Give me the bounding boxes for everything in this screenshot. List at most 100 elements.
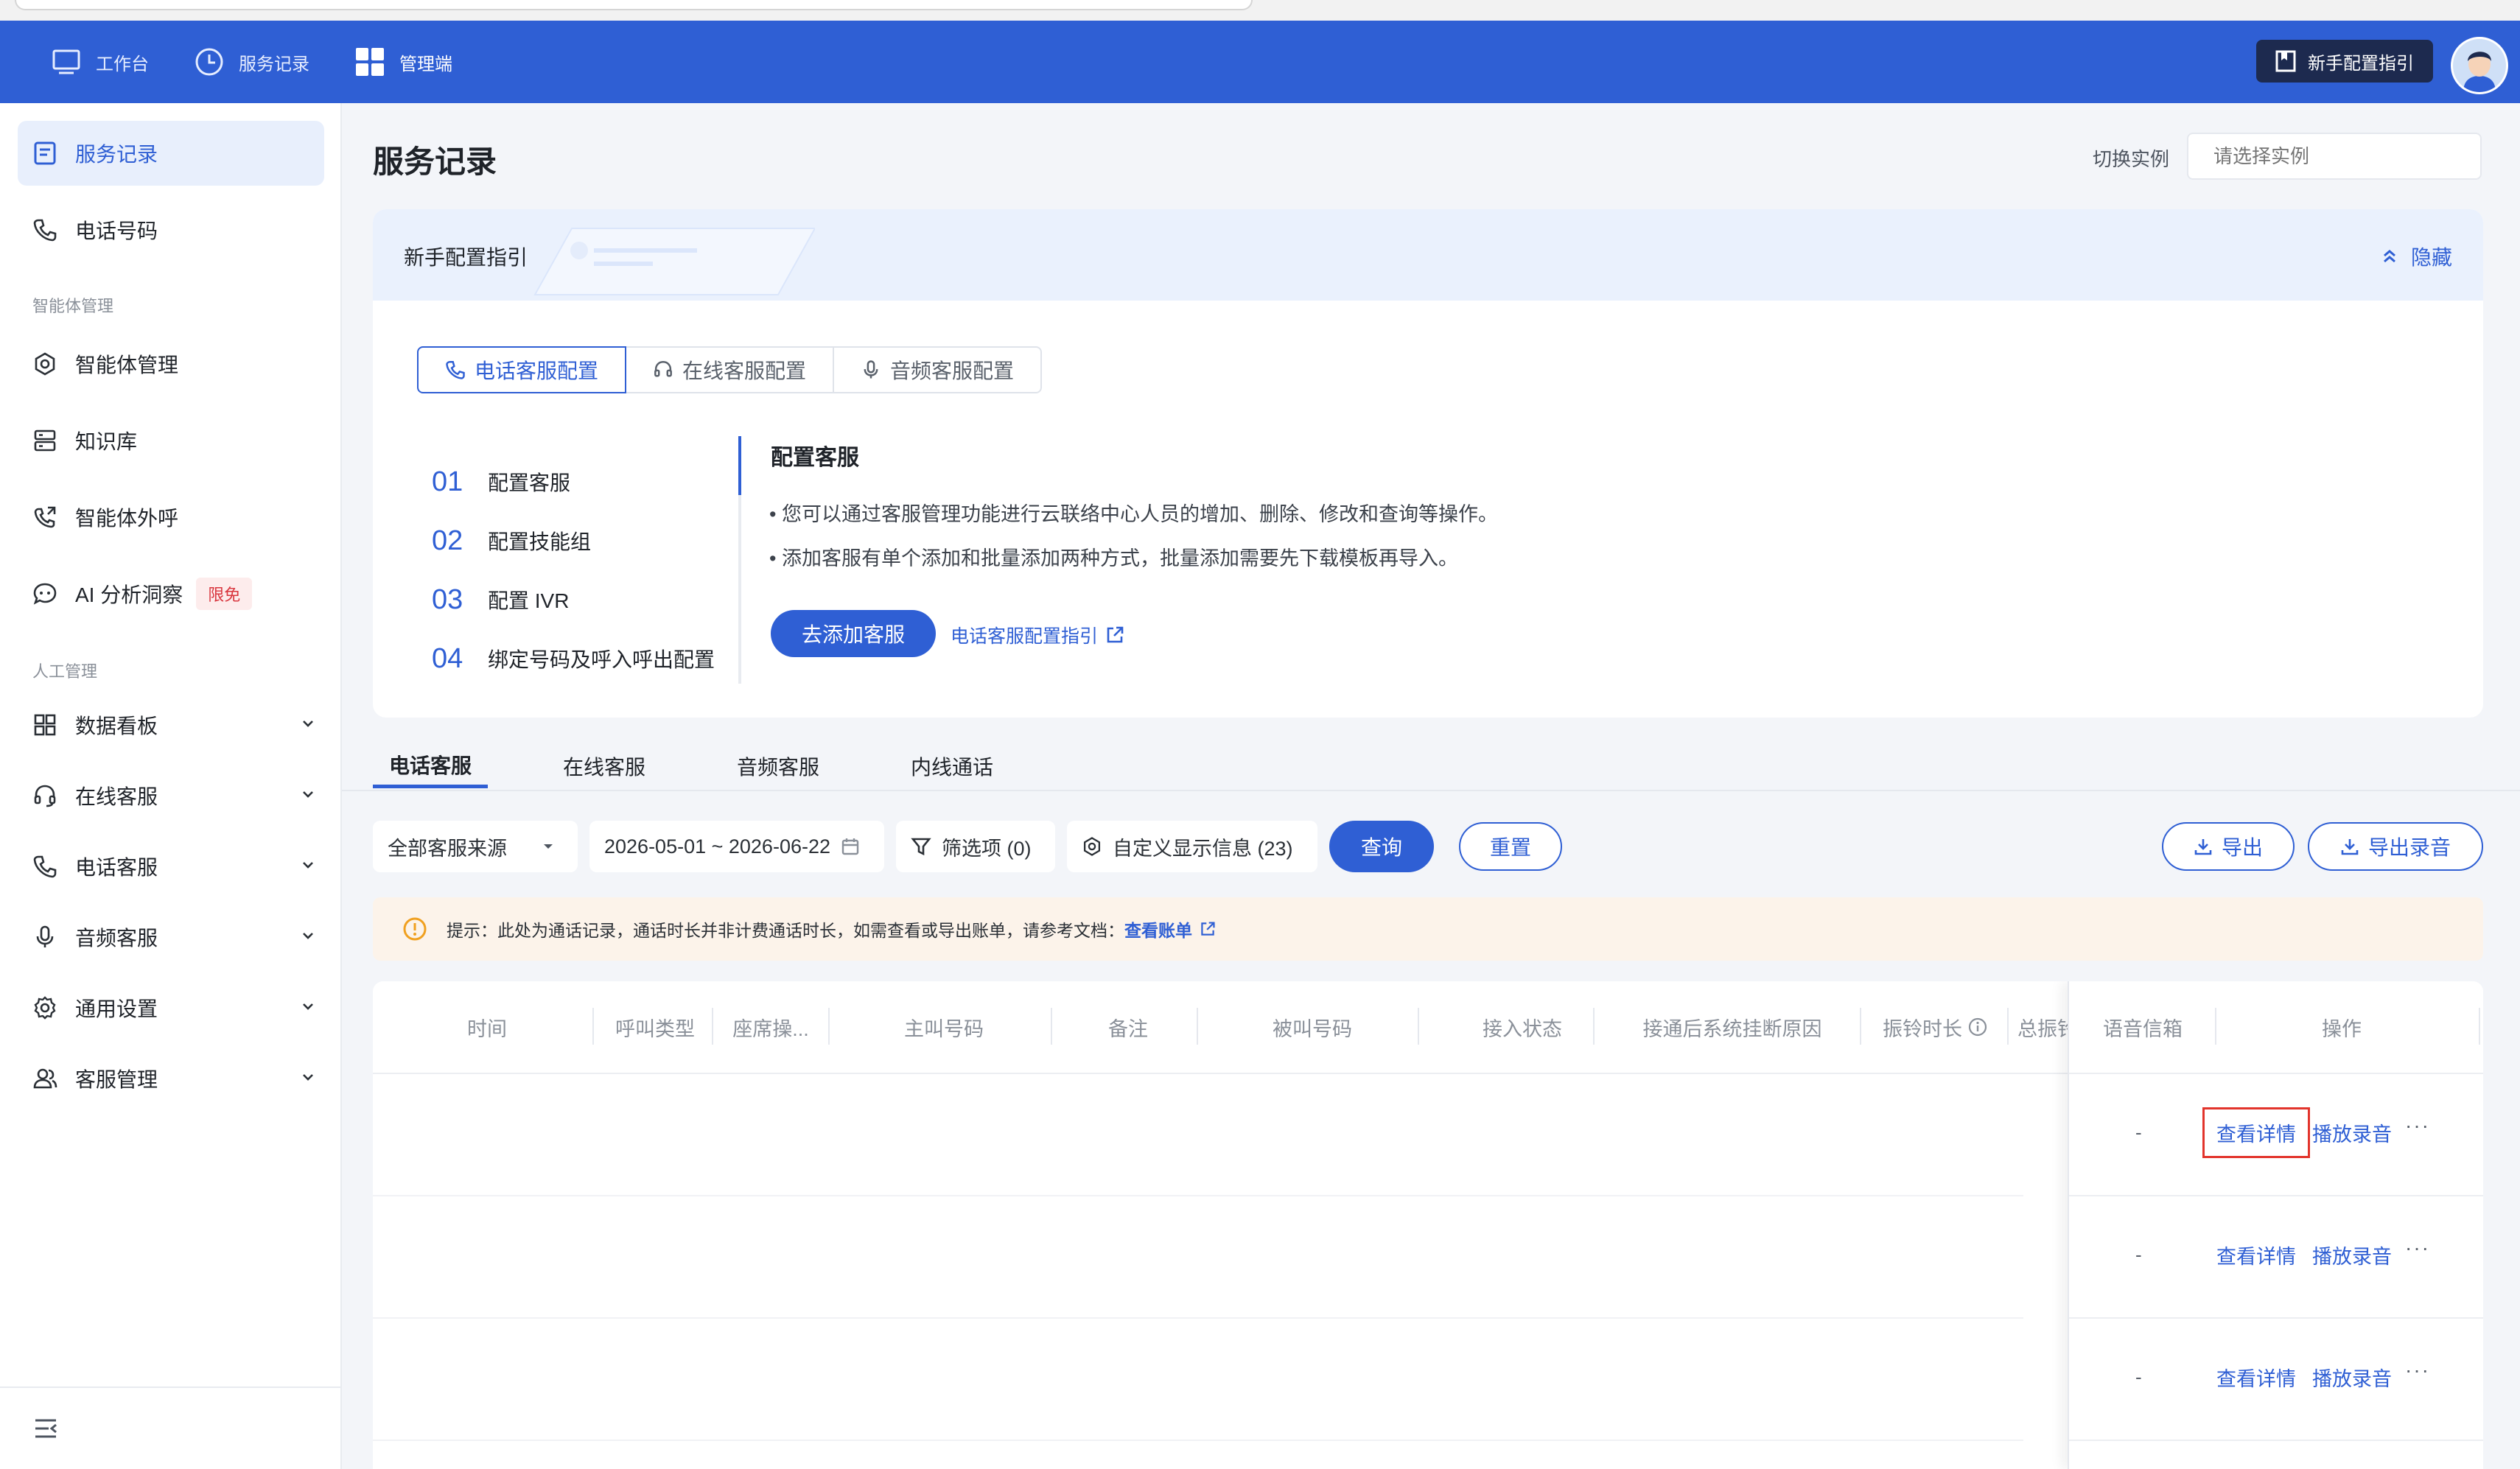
nav-admin[interactable]: 管理端 — [355, 21, 452, 103]
guide-segment-control: 电话客服配置 在线客服配置 音频客服配置 — [417, 346, 1043, 393]
database-icon — [34, 430, 56, 452]
date-range-picker[interactable]: 2026-05-01 ~ 2026-06-22 — [589, 821, 884, 872]
sidebar-item-agent-outbound[interactable]: 智能体外呼 — [18, 485, 324, 550]
hide-guide-button[interactable]: 隐藏 — [2380, 242, 2452, 271]
sidebar-item-phone-numbers[interactable]: 电话号码 — [18, 197, 324, 262]
row-divider — [373, 1317, 2023, 1319]
segment-phone-config[interactable]: 电话客服配置 — [417, 346, 627, 393]
guide-title: 新手配置指引 — [404, 246, 528, 269]
sidebar-item-knowledge-base[interactable]: 知识库 — [18, 408, 324, 473]
decoration-illustration — [533, 228, 815, 295]
more-actions-button[interactable]: ··· — [2405, 1358, 2430, 1382]
nav-service-records-label: 服务记录 — [239, 54, 309, 74]
phone-icon — [446, 361, 465, 379]
nav-admin-label: 管理端 — [399, 54, 452, 74]
column-separator — [1418, 1008, 1419, 1045]
column-separator — [592, 1008, 594, 1045]
view-details-link[interactable]: 查看详情 — [2202, 1107, 2310, 1158]
browser-strip — [0, 0, 2520, 21]
play-recording-link[interactable]: 播放录音 — [2312, 1241, 2392, 1269]
step-item[interactable]: 04 绑定号码及呼入呼出配置 — [432, 629, 715, 688]
sidebar-item-agent-management[interactable]: 智能体管理 — [18, 332, 324, 396]
collapse-sidebar-icon[interactable] — [34, 1417, 59, 1440]
export-button[interactable]: 导出 — [2162, 822, 2295, 871]
view-bill-link[interactable]: 查看账单 — [1124, 921, 1192, 940]
switch-instance-label: 切换实例 — [2093, 148, 2170, 170]
custom-display-button[interactable]: 自定义显示信息 (23) — [1067, 821, 1317, 872]
fixed-action-columns: 语音信箱 操作 - 查看详情 播放录音 ··· - 查看详情 播放录音 ··· … — [2068, 981, 2483, 1469]
step-item[interactable]: 01 配置客服 — [432, 452, 715, 511]
filter-options-button[interactable]: 筛选项 (0) — [896, 821, 1055, 872]
custom-display-label: 自定义显示信息 (23) — [1113, 837, 1293, 860]
sidebar-item-general-settings[interactable]: 通用设置 — [18, 975, 324, 1040]
record-tabs: 电话客服 在线客服 音频客服 内线通话 — [373, 744, 1009, 791]
play-recording-link[interactable]: 播放录音 — [2312, 1118, 2392, 1147]
nav-workbench-label: 工作台 — [96, 54, 149, 74]
phone-config-guide-link[interactable]: 电话客服配置指引 — [951, 622, 1124, 648]
user-avatar-icon — [2453, 39, 2506, 92]
source-select[interactable]: 全部客服来源 — [373, 821, 578, 872]
sidebar-item-label: 电话号码 — [75, 220, 158, 242]
segment-online-config[interactable]: 在线客服配置 — [625, 346, 835, 393]
step-detail-title: 配置客服 — [771, 446, 859, 470]
avatar[interactable] — [2451, 37, 2508, 94]
chevron-down-icon — [303, 1003, 313, 1010]
step-item[interactable]: 03 配置 IVR — [432, 570, 715, 629]
beginner-guide-button[interactable]: 新手配置指引 — [2256, 40, 2433, 83]
step-label: 配置 IVR — [488, 589, 570, 612]
info-icon[interactable] — [1968, 1017, 1987, 1037]
view-details-link[interactable]: 查看详情 — [2216, 1363, 2296, 1392]
segment-audio-config[interactable]: 音频客服配置 — [833, 346, 1043, 393]
external-link-icon — [1107, 626, 1124, 643]
nav-workbench[interactable]: 工作台 — [52, 21, 149, 103]
tab-online-service[interactable]: 在线客服 — [547, 744, 662, 788]
reset-button[interactable]: 重置 — [1459, 822, 1562, 871]
date-range-value: 2026-05-01 ~ 2026-06-22 — [604, 835, 830, 858]
view-details-link[interactable]: 查看详情 — [2216, 1241, 2296, 1269]
sidebar-item-label: 服务记录 — [75, 143, 158, 166]
chevron-double-up-icon — [2384, 250, 2395, 263]
gear-icon — [34, 996, 56, 1020]
instance-select[interactable] — [2187, 133, 2482, 180]
hexagon-icon — [35, 352, 55, 376]
nav-service-records[interactable]: 服务记录 — [195, 21, 309, 103]
step-label: 配置技能组 — [488, 530, 592, 553]
sidebar-item-label: 智能体管理 — [75, 354, 179, 376]
column-header: 接入状态 — [1483, 1017, 1562, 1040]
chevron-down-icon — [303, 1074, 313, 1081]
active-step-indicator — [738, 436, 741, 495]
sidebar-item-label: 电话客服 — [75, 856, 158, 879]
sidebar-footer — [0, 1386, 340, 1469]
step-label: 配置客服 — [488, 471, 571, 494]
export-audio-label: 导出录音 — [2367, 836, 2451, 859]
sidebar-item-agent-staff[interactable]: 客服管理 — [18, 1046, 324, 1111]
play-recording-link[interactable]: 播放录音 — [2312, 1363, 2392, 1392]
address-bar[interactable] — [15, 0, 1253, 10]
tab-phone-service[interactable]: 电话客服 — [373, 744, 489, 788]
segment-label: 电话客服配置 — [475, 360, 599, 382]
section-manual-management: 人工管理 — [32, 662, 98, 681]
tabs-divider — [342, 790, 2520, 791]
sidebar-item-service-records[interactable]: 服务记录 — [18, 121, 324, 186]
phone-out-icon — [34, 506, 56, 528]
step-detail-line: • 添加客服有单个添加和批量添加两种方式，批量添加需要先下载模板再导入。 — [769, 547, 1458, 569]
query-button[interactable]: 查询 — [1329, 821, 1434, 872]
phone-icon — [33, 855, 57, 878]
more-actions-button[interactable]: ··· — [2405, 1236, 2430, 1260]
tab-internal-call[interactable]: 内线通话 — [895, 744, 1009, 788]
sidebar-item-audio-service[interactable]: 音频客服 — [18, 905, 324, 970]
step-item[interactable]: 02 配置技能组 — [432, 511, 715, 570]
sidebar-item-ai-insight[interactable]: AI 分析洞察 限免 — [18, 561, 324, 626]
step-detail-line: • 您可以通过客服管理功能进行云联络中心人员的增加、删除、修改和查询等操作。 — [769, 503, 1498, 525]
column-header: 语音信箱 — [2103, 1017, 2183, 1040]
guide-link-label: 电话客服配置指引 — [951, 626, 1099, 647]
sidebar-item-online-service[interactable]: 在线客服 — [18, 763, 324, 828]
sidebar-item-phone-service[interactable]: 电话客服 — [18, 834, 324, 899]
export-audio-button[interactable]: 导出录音 — [2308, 822, 2483, 871]
add-agent-button[interactable]: 去添加客服 — [771, 610, 937, 657]
sidebar-item-dashboard[interactable]: 数据看板 — [18, 693, 324, 757]
segment-label: 音频客服配置 — [890, 360, 1015, 382]
guide-header: 新手配置指引 隐藏 — [373, 209, 2483, 301]
more-actions-button[interactable]: ··· — [2405, 1114, 2430, 1137]
tab-audio-service[interactable]: 音频客服 — [721, 744, 836, 788]
